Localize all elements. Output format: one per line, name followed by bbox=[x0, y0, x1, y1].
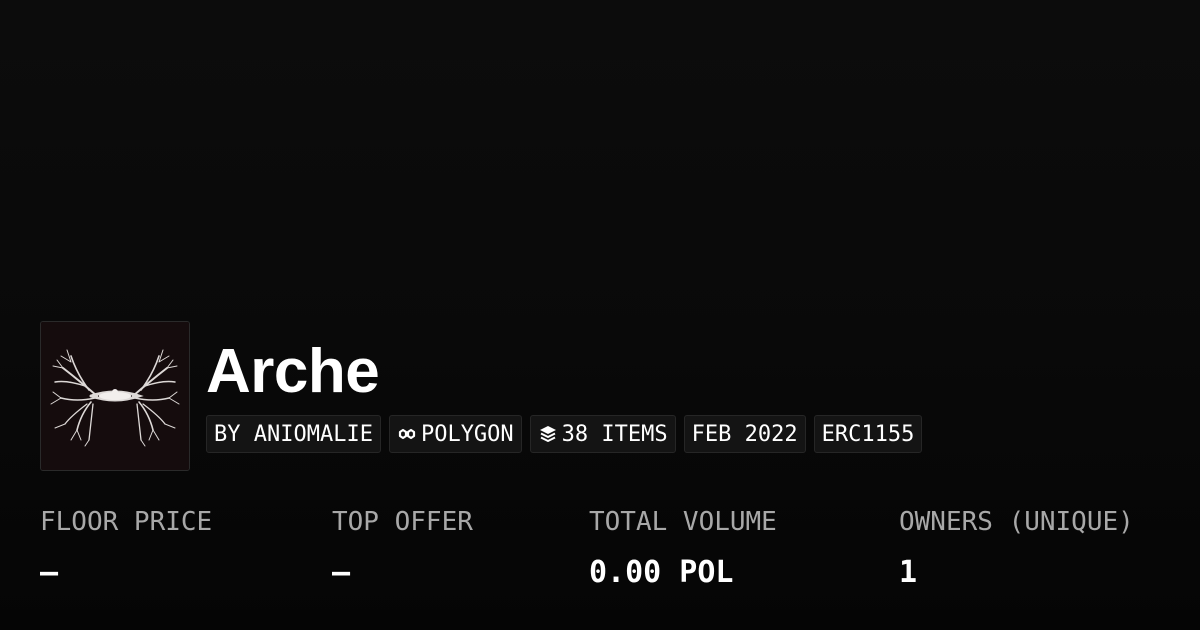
floor-price-value: – bbox=[40, 555, 59, 590]
tag-chain-label: POLYGON bbox=[420, 421, 514, 447]
stat-total-volume: TOTAL VOLUME 0.00 POL bbox=[589, 504, 777, 593]
top-offer-label: TOP OFFER bbox=[332, 507, 473, 537]
tag-date: FEB 2022 bbox=[683, 415, 806, 453]
floor-price-label: FLOOR PRICE bbox=[40, 507, 213, 537]
collection-tags: BY ANIOMALIE POLYGON 38 ITEMS FEB 2022 E… bbox=[206, 415, 923, 453]
tag-standard: ERC1155 bbox=[813, 415, 923, 453]
collection-title: Arche bbox=[206, 337, 380, 406]
owners-label: OWNERS (UNIQUE) bbox=[899, 507, 1134, 537]
layers-icon bbox=[538, 424, 558, 444]
stat-floor-price: FLOOR PRICE – bbox=[40, 504, 212, 593]
owners-value: 1 bbox=[899, 555, 918, 590]
total-volume-value: 0.00 POL bbox=[589, 555, 734, 590]
tag-items-label: 38 ITEMS bbox=[561, 421, 668, 447]
tag-standard-label: ERC1155 bbox=[821, 421, 915, 447]
polygon-chain-icon bbox=[397, 424, 417, 444]
tag-chain[interactable]: POLYGON bbox=[388, 415, 522, 453]
stat-top-offer: TOP OFFER – bbox=[332, 504, 473, 593]
tag-items[interactable]: 38 ITEMS bbox=[529, 415, 676, 453]
total-volume-label: TOTAL VOLUME bbox=[589, 507, 777, 537]
tag-creator[interactable]: BY ANIOMALIE bbox=[206, 415, 381, 453]
tag-date-label: FEB 2022 bbox=[691, 421, 798, 447]
top-offer-value: – bbox=[332, 555, 351, 590]
tag-creator-label: BY ANIOMALIE bbox=[214, 421, 373, 447]
stat-owners: OWNERS (UNIQUE) 1 bbox=[899, 504, 1134, 593]
collection-avatar bbox=[40, 321, 190, 471]
